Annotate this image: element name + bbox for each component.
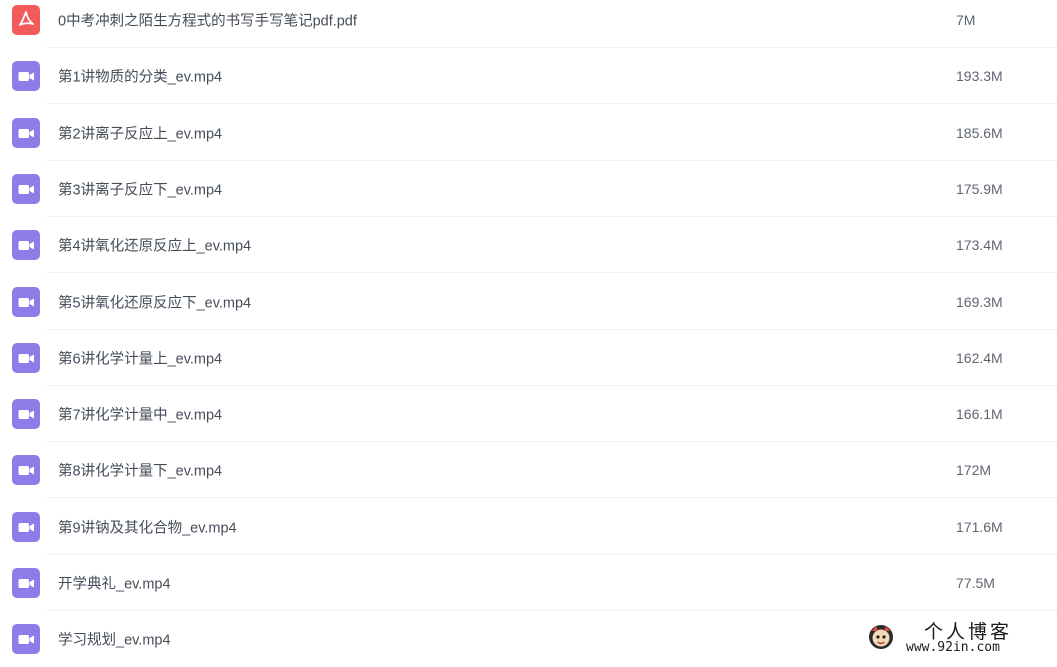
file-size: 175.9M: [956, 180, 1003, 197]
file-name[interactable]: 第6讲化学计量上_ev.mp4: [58, 347, 222, 368]
file-row[interactable]: 第4讲氧化还原反应上_ev.mp4 173.4M: [0, 217, 1057, 274]
file-size: 77.5M: [956, 575, 995, 591]
file-name[interactable]: 开学典礼_ev.mp4: [58, 573, 171, 594]
video-icon: [12, 61, 40, 92]
file-row[interactable]: 0中考冲刺之陌生方程式的书写手写笔记pdf.pdf 7M: [0, 0, 1057, 48]
file-row[interactable]: 第6讲化学计量上_ev.mp4 162.4M: [0, 330, 1057, 386]
file-name[interactable]: 第5讲氧化还原反应下_ev.mp4: [58, 291, 251, 312]
file-name[interactable]: 第8讲化学计量下_ev.mp4: [58, 460, 222, 481]
file-size: 172M: [956, 462, 992, 479]
video-icon: [12, 511, 40, 542]
video-icon: [12, 624, 40, 655]
file-name[interactable]: 0中考冲刺之陌生方程式的书写手写笔记pdf.pdf: [58, 10, 357, 31]
file-size: 171.6M: [956, 518, 1003, 535]
file-name[interactable]: 第4讲氧化还原反应上_ev.mp4: [58, 235, 251, 256]
watermark: 个人博客 www.92in.com: [862, 616, 1052, 658]
video-icon: [12, 117, 40, 148]
video-icon: [12, 568, 40, 598]
video-icon: [12, 342, 40, 373]
file-size: 7M: [956, 12, 976, 28]
file-row[interactable]: 第2讲离子反应上_ev.mp4 185.6M: [0, 105, 1057, 161]
file-size: 166.1M: [956, 406, 1003, 423]
file-size: 169.3M: [956, 293, 1003, 310]
file-row[interactable]: 第9讲钠及其化合物_ev.mp4 171.6M: [0, 499, 1057, 555]
pdf-icon: [12, 5, 40, 35]
file-name[interactable]: 第3讲离子反应下_ev.mp4: [58, 178, 222, 199]
video-icon: [12, 173, 40, 204]
file-name[interactable]: 第2讲离子反应上_ev.mp4: [58, 122, 222, 143]
file-size: 162.4M: [956, 349, 1003, 366]
file-name[interactable]: 第1讲物质的分类_ev.mp4: [58, 66, 222, 87]
file-row[interactable]: 开学典礼_ev.mp4 77.5M: [0, 555, 1057, 611]
video-icon: [12, 399, 40, 430]
file-name[interactable]: 学习规划_ev.mp4: [58, 629, 171, 650]
video-icon: [12, 230, 40, 261]
file-size: 185.6M: [956, 124, 1003, 141]
file-row[interactable]: 第7讲化学计量中_ev.mp4 166.1M: [0, 386, 1057, 443]
file-row[interactable]: 第3讲离子反应下_ev.mp4 175.9M: [0, 161, 1057, 217]
watermark-url: www.92in.com: [906, 640, 1000, 655]
file-row[interactable]: 第1讲物质的分类_ev.mp4 193.3M: [0, 48, 1057, 105]
file-size: 173.4M: [956, 237, 1003, 254]
video-icon: [12, 286, 40, 317]
file-name[interactable]: 第7讲化学计量中_ev.mp4: [58, 404, 222, 425]
file-row[interactable]: 第5讲氧化还原反应下_ev.mp4 169.3M: [0, 274, 1057, 330]
video-icon: [12, 455, 40, 486]
file-size: 193.3M: [956, 68, 1003, 85]
file-name[interactable]: 第9讲钠及其化合物_ev.mp4: [58, 516, 237, 537]
file-row[interactable]: 第8讲化学计量下_ev.mp4 172M: [0, 442, 1057, 499]
mascot-icon: [866, 622, 896, 652]
